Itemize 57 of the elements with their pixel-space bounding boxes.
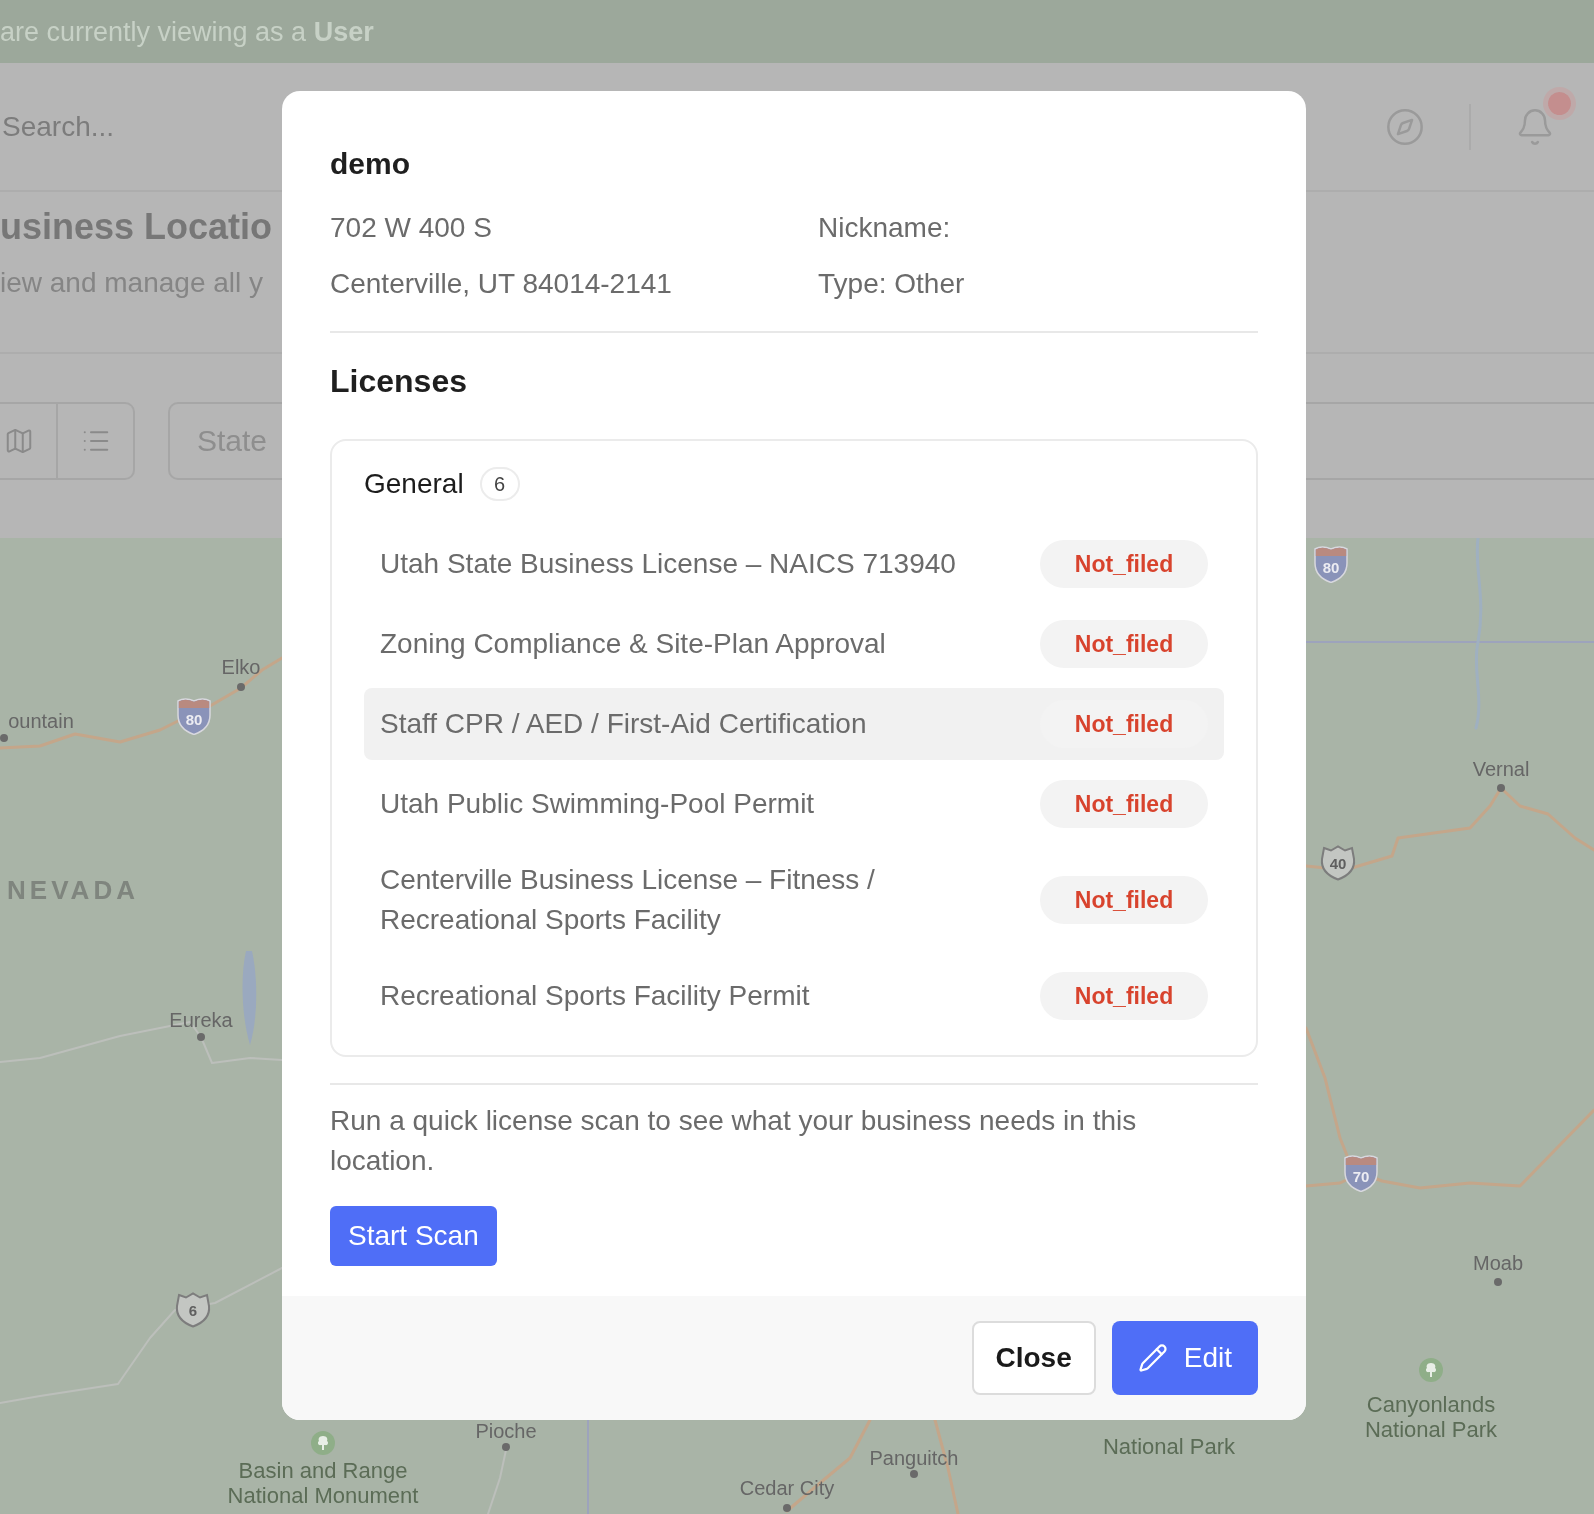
list-view-button[interactable] — [58, 402, 135, 480]
city-label: Vernal — [1472, 757, 1530, 781]
edit-button[interactable]: Edit — [1111, 1321, 1258, 1395]
group-name: General — [364, 467, 464, 501]
page-title: usiness Locatio — [0, 205, 273, 249]
city-label: Elko — [221, 655, 261, 679]
map-icon — [4, 426, 34, 456]
park-label: Canyonlands National Park — [1363, 1392, 1499, 1442]
city-label: Moab — [1473, 1251, 1523, 1275]
city-label: Panguitch — [869, 1446, 959, 1470]
license-name: Staff CPR / AED / First-Aid Certification — [380, 707, 868, 741]
road — [487, 1449, 507, 1514]
license-name: Utah State Business License – NAICS 713940 — [380, 547, 957, 581]
city-label: ountain — [8, 709, 74, 733]
park-label: National Park — [1102, 1433, 1236, 1459]
tree-icon — [1419, 1358, 1443, 1382]
status-badge: Not_filed — [1040, 540, 1208, 588]
interstate-shield: 80 — [1313, 545, 1349, 583]
map-view-button[interactable] — [0, 402, 58, 480]
city-dot-icon — [1494, 1278, 1502, 1286]
start-scan-button[interactable]: Start Scan — [330, 1206, 497, 1266]
count-badge: 6 — [479, 467, 520, 501]
detail-text: Type: Other — [818, 267, 965, 301]
interstate-shield: 70 — [1343, 1154, 1379, 1192]
license-name: Recreational Sports Facility Permit — [380, 979, 811, 1013]
interstate-shield: 80 — [176, 697, 212, 735]
detail-text: Nickname: — [818, 211, 951, 245]
city-dot-icon — [197, 1033, 205, 1041]
us-route-shield: 40 — [1319, 845, 1357, 881]
address-line: Centerville, UT 84014-2141 — [330, 267, 672, 301]
status-badge: Not_filed — [1040, 876, 1208, 924]
status-badge: Not_filed — [1040, 972, 1208, 1020]
scan-prompt: Run a quick license scan to see what your business needs in this location. — [330, 1104, 1138, 1178]
city-label: Cedar City — [739, 1476, 835, 1500]
city-dot-icon — [502, 1443, 510, 1451]
license-name: Utah Public Swimming-Pool Permit — [380, 787, 816, 821]
city-dot-icon — [910, 1470, 918, 1478]
city-dot-icon — [1497, 784, 1505, 792]
section-heading: Licenses — [330, 362, 468, 401]
compass-icon[interactable] — [1385, 106, 1425, 147]
search-field[interactable]: Search... — [0, 96, 280, 157]
park-label: Basin and Range National Monument — [226, 1458, 420, 1508]
city-dot-icon — [0, 734, 8, 742]
city-label: Pioche — [475, 1419, 537, 1443]
address-line: 702 W 400 S — [330, 211, 492, 245]
city-label: Eureka — [169, 1008, 233, 1032]
city-dot-icon — [783, 1504, 791, 1512]
city-dot-icon — [237, 683, 245, 691]
modal-title: demo — [330, 146, 411, 182]
status-badge: Not_filed — [1040, 620, 1208, 668]
license-row[interactable]: Staff CPR / AED / First-Aid Certification Not_filed — [364, 688, 1224, 760]
status-badge: Not_filed — [1040, 780, 1208, 828]
license-name: Centerville Business License – Fitness / Recreational Sports Facility — [380, 863, 876, 937]
us-route-shield: 6 — [174, 1292, 212, 1328]
license-name: Zoning Compliance & Site-Plan Approval — [380, 627, 887, 661]
close-button[interactable]: Close — [971, 1321, 1096, 1395]
tree-icon — [311, 1431, 335, 1455]
